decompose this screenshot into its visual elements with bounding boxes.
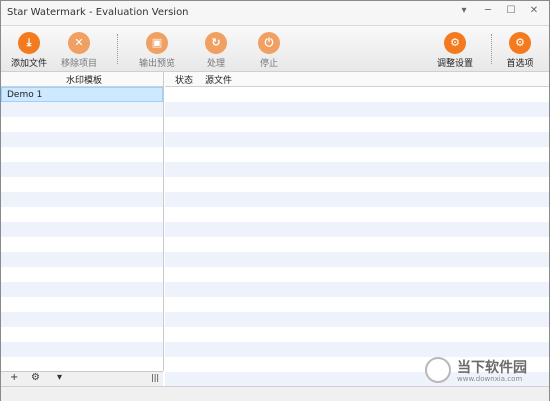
output-preview-label: 输出预览 bbox=[138, 59, 175, 69]
gear-icon[interactable]: ⚙ bbox=[31, 372, 40, 383]
preview-icon: ▣ bbox=[146, 32, 168, 54]
empty-row bbox=[1, 132, 163, 147]
template-toolbar: + ⚙ ▾ ||| bbox=[1, 371, 163, 386]
template-list-header: 水印模板 bbox=[1, 72, 163, 87]
empty-row bbox=[165, 252, 549, 267]
remove-item-button[interactable]: ✕ 移除项目 bbox=[53, 29, 105, 69]
settings-person-icon: ⚙ bbox=[444, 32, 466, 54]
empty-row bbox=[1, 327, 163, 342]
resize-grip-icon[interactable]: ||| bbox=[151, 373, 159, 382]
empty-row bbox=[165, 117, 549, 132]
site-logo-icon bbox=[425, 357, 451, 383]
minimize-button[interactable]: ─ bbox=[477, 1, 499, 21]
close-button[interactable]: ✕ bbox=[523, 1, 545, 21]
empty-row bbox=[1, 192, 163, 207]
empty-row bbox=[165, 297, 549, 312]
empty-row bbox=[1, 237, 163, 252]
output-preview-button[interactable]: ▣ 输出预览 bbox=[131, 29, 183, 69]
stop-button[interactable]: ⏻ 停止 bbox=[243, 29, 295, 69]
empty-row bbox=[1, 222, 163, 237]
preferences-label: 首选项 bbox=[506, 59, 534, 69]
empty-row bbox=[1, 282, 163, 297]
template-row[interactable]: Demo 1 bbox=[1, 87, 163, 102]
titlebar-menu-button[interactable]: ▾ bbox=[453, 1, 475, 21]
empty-row bbox=[1, 207, 163, 222]
empty-row bbox=[165, 222, 549, 237]
power-icon: ⏻ bbox=[258, 32, 280, 54]
empty-row bbox=[165, 342, 549, 357]
title-bar: Star Watermark - Evaluation Version ▾ ─ … bbox=[1, 1, 549, 26]
empty-row bbox=[1, 357, 163, 372]
empty-row bbox=[1, 312, 163, 327]
adjust-settings-button[interactable]: ⚙ 调整设置 bbox=[429, 29, 481, 69]
empty-row bbox=[1, 117, 163, 132]
source-file-column-header[interactable]: 源文件 bbox=[205, 73, 232, 86]
empty-row bbox=[165, 132, 549, 147]
empty-row bbox=[165, 312, 549, 327]
empty-row bbox=[165, 102, 549, 117]
file-list-panel: 状态 源文件 bbox=[165, 72, 549, 387]
add-files-button[interactable]: ⤓ 添加文件 bbox=[3, 29, 55, 69]
site-watermark: 当下软件园 www.downxia.com bbox=[425, 357, 545, 387]
status-bar bbox=[1, 386, 549, 401]
empty-row bbox=[165, 192, 549, 207]
template-list-panel: 水印模板 Demo 1 bbox=[1, 72, 164, 371]
file-list-header: 状态 源文件 bbox=[165, 72, 549, 87]
stop-label: 停止 bbox=[259, 59, 278, 69]
process-label: 处理 bbox=[206, 59, 225, 69]
empty-row bbox=[165, 177, 549, 192]
status-column-header[interactable]: 状态 bbox=[175, 73, 193, 86]
empty-row bbox=[1, 342, 163, 357]
empty-row bbox=[165, 147, 549, 162]
empty-row bbox=[1, 252, 163, 267]
add-files-label: 添加文件 bbox=[10, 59, 47, 69]
window-title: Star Watermark - Evaluation Version bbox=[7, 7, 189, 18]
toolbar-separator bbox=[491, 34, 493, 64]
empty-row bbox=[1, 102, 163, 117]
toolbar: ⤓ 添加文件 ✕ 移除项目 ▣ 输出预览 ↻ 处理 ⏻ 停止 ⚙ 调整设置 ⚙ … bbox=[1, 26, 549, 72]
preferences-button[interactable]: ⚙ 首选项 bbox=[494, 29, 546, 69]
empty-row bbox=[1, 297, 163, 312]
adjust-settings-label: 调整设置 bbox=[436, 59, 473, 69]
add-files-icon: ⤓ bbox=[18, 32, 40, 54]
chevron-down-icon[interactable]: ▾ bbox=[57, 372, 62, 383]
empty-row bbox=[165, 162, 549, 177]
app-window: Star Watermark - Evaluation Version ▾ ─ … bbox=[0, 0, 550, 401]
preferences-icon: ⚙ bbox=[509, 32, 531, 54]
empty-row bbox=[1, 267, 163, 282]
empty-row bbox=[165, 237, 549, 252]
site-brand-text: 当下软件园 bbox=[457, 360, 527, 376]
template-column-header[interactable]: 水印模板 bbox=[66, 73, 102, 86]
empty-row bbox=[165, 327, 549, 342]
empty-row bbox=[1, 177, 163, 192]
process-button[interactable]: ↻ 处理 bbox=[190, 29, 242, 69]
empty-row bbox=[165, 207, 549, 222]
empty-row bbox=[165, 267, 549, 282]
empty-row bbox=[1, 147, 163, 162]
remove-item-label: 移除项目 bbox=[60, 59, 97, 69]
toolbar-separator bbox=[117, 34, 119, 64]
add-template-button[interactable]: + bbox=[10, 372, 18, 383]
process-icon: ↻ bbox=[205, 32, 227, 54]
empty-row bbox=[165, 87, 549, 102]
empty-row bbox=[1, 162, 163, 177]
site-url-text: www.downxia.com bbox=[457, 375, 523, 383]
maximize-button[interactable]: ☐ bbox=[500, 1, 522, 21]
remove-icon: ✕ bbox=[68, 32, 90, 54]
empty-row bbox=[165, 282, 549, 297]
